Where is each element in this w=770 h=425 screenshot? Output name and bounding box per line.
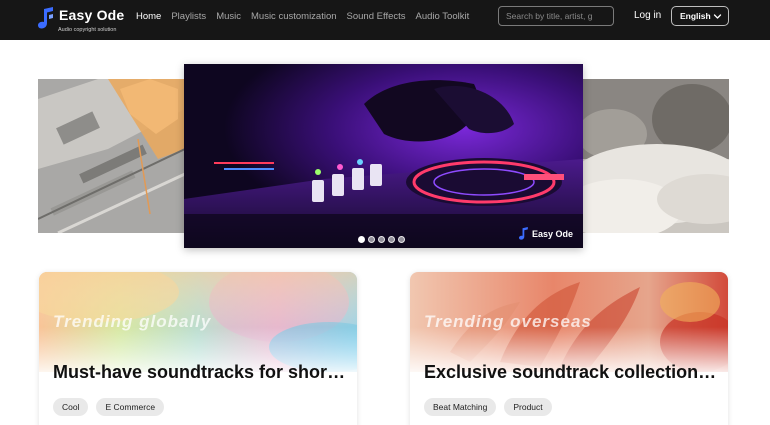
carousel-dot-1[interactable] [358,236,365,243]
carousel-slide-previous[interactable] [38,79,185,233]
nav-item-playlists[interactable]: Playlists [171,11,206,23]
easy-ode-logo-icon [518,227,528,240]
card-tags: Cool E Commerce [53,398,165,416]
card-title[interactable]: Must-have soundtracks for short videos [53,362,349,383]
easy-ode-logo-icon [38,7,53,29]
tag-chip[interactable]: E Commerce [96,398,165,416]
tag-chip[interactable]: Beat Matching [424,398,497,416]
carousel-dot-5[interactable] [398,236,405,243]
carousel-pagination [358,236,405,243]
language-label: English [680,11,711,21]
architecture-image [38,79,185,233]
search-input[interactable] [506,9,592,23]
search-icon[interactable] [595,7,613,25]
tag-chip[interactable]: Cool [53,398,89,416]
main-nav: Home Playlists Music Music customization… [136,11,479,23]
top-navigation-bar: Easy Ode Audio copyright solution Home P… [0,0,770,40]
carousel-slide-current[interactable]: Easy Ode [184,64,583,248]
brand-name: Easy Ode [59,7,125,23]
nav-item-music[interactable]: Music [216,11,241,23]
carousel-dot-2[interactable] [368,236,375,243]
smoke-scene-image [582,79,729,233]
hero-carousel: Easy Ode [0,40,770,260]
login-link[interactable]: Log in [634,10,661,21]
tag-chip[interactable]: Product [504,398,552,416]
card-kicker: Trending overseas [424,312,592,331]
carousel-slide-next[interactable] [582,79,729,233]
playlist-card[interactable]: Trending globally Must-have soundtracks … [39,272,357,425]
language-selector[interactable]: English [671,6,729,26]
dj-mixer-image [184,64,583,248]
chevron-down-icon [713,14,722,19]
brand-tagline: Audio copyright solution [58,27,117,33]
card-title[interactable]: Exclusive soundtrack collection for over… [424,362,720,383]
slide-brand-watermark: Easy Ode [518,227,573,240]
nav-item-music-customization[interactable]: Music customization [251,11,337,23]
carousel-dot-4[interactable] [388,236,395,243]
search-box [498,6,614,26]
card-kicker: Trending globally [53,312,212,331]
slide-brand-name: Easy Ode [531,228,573,239]
brand-logo[interactable]: Easy Ode Audio copyright solution [38,6,128,34]
card-tags: Beat Matching Product [424,398,552,416]
nav-item-sound-effects[interactable]: Sound Effects [347,11,406,23]
carousel-dot-3[interactable] [378,236,385,243]
nav-item-home[interactable]: Home [136,11,161,23]
playlist-card[interactable]: Trending overseas Exclusive soundtrack c… [410,272,728,425]
nav-item-audio-toolkit[interactable]: Audio Toolkit [416,11,470,23]
